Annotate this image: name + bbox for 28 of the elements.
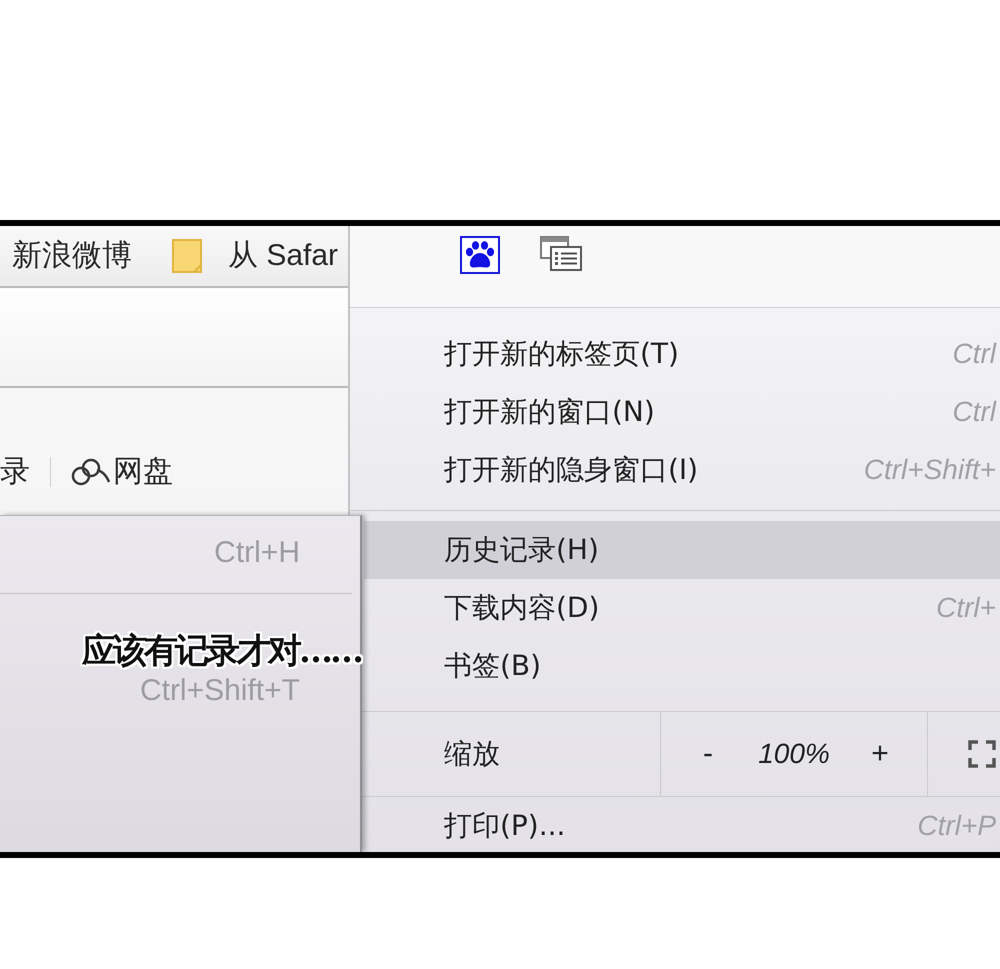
toolbar-link[interactable]: 录: [0, 454, 30, 490]
menu-item[interactable]: 打开新的窗口(N) Ctrl: [364, 383, 1000, 441]
menu-item[interactable]: 书签(B): [364, 637, 1000, 695]
shortcut-text: Ctrl+Shift+T: [140, 674, 300, 708]
folder-icon: [172, 239, 202, 273]
menu-item[interactable]: 历史记录(H): [364, 521, 1000, 579]
menu-item[interactable]: 下载内容(D) Ctrl+: [364, 579, 1000, 637]
paw-icon[interactable]: [460, 236, 500, 274]
linked-circles-icon: [71, 458, 111, 486]
menu-item[interactable]: 打开新的隐身窗口(I) Ctrl+Shift+: [364, 441, 1000, 499]
bookmark-link[interactable]: 新浪微博: [12, 238, 132, 274]
caption-text: 应该有记录才对……: [82, 630, 361, 672]
window-list-icon[interactable]: [540, 236, 582, 271]
shortcut-text: Ctrl+H: [214, 536, 300, 570]
zoom-in-button[interactable]: +: [855, 734, 905, 774]
shortcut-text: Ctrl: [952, 395, 996, 429]
shortcut-text: Ctrl+Shift+: [864, 453, 996, 487]
menu-item[interactable]: 打印(P)... Ctrl+P: [364, 797, 1000, 843]
menu-item[interactable]: 打开新的标签页(T) Ctrl: [364, 325, 1000, 383]
fullscreen-icon[interactable]: [968, 740, 996, 768]
toolbar-link[interactable]: 网盘: [71, 454, 173, 490]
zoom-value: 100%: [757, 738, 831, 770]
shortcut-text: Ctrl+P: [917, 809, 996, 843]
shortcut-text: Ctrl: [952, 337, 996, 371]
zoom-label: 缩放: [444, 737, 500, 771]
bookmark-folder[interactable]: 从 Safar: [172, 238, 338, 274]
shortcut-text: Ctrl+: [936, 591, 996, 625]
zoom-out-button[interactable]: -: [683, 734, 733, 774]
